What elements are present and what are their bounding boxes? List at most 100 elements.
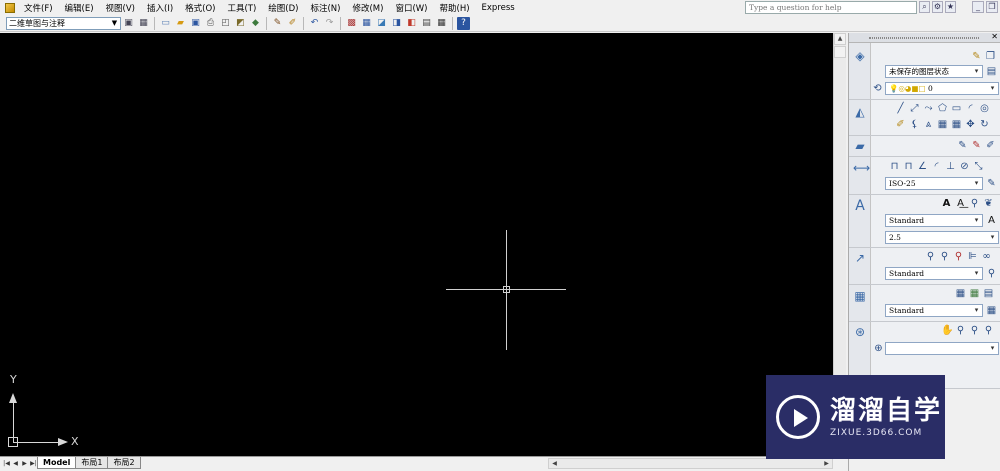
calc-icon[interactable]: ▦ xyxy=(435,17,448,30)
add-leader-icon[interactable]: ⚲ xyxy=(939,251,950,263)
baseline-dim-icon[interactable]: ⊥ xyxy=(945,161,956,173)
sheet-set-icon[interactable]: ▤ xyxy=(420,17,433,30)
workspace-select[interactable]: 二维草图与注释 ▼ xyxy=(6,16,121,30)
print-icon[interactable]: ⎙ xyxy=(204,17,217,30)
menu-view[interactable]: 视图(V) xyxy=(100,2,141,14)
tab-layout1[interactable]: 布局1 xyxy=(75,457,109,469)
zoom-previous-icon[interactable]: ⚲ xyxy=(983,325,994,337)
workspace-icon[interactable]: ▦ xyxy=(137,17,150,30)
navigate-icon[interactable]: ⊛ xyxy=(853,325,867,339)
make-current-icon[interactable]: ⟲ xyxy=(871,82,884,95)
linear-dim-icon[interactable]: ⊓ xyxy=(889,161,900,173)
dashboard-titlebar[interactable]: ✕ xyxy=(849,32,1000,43)
menu-window[interactable]: 窗口(W) xyxy=(389,2,433,14)
presspull-icon[interactable]: ✎ xyxy=(971,140,982,152)
construction-line-icon[interactable]: ⤢ xyxy=(909,103,920,115)
menu-draw[interactable]: 绘图(D) xyxy=(262,2,304,14)
restore-icon[interactable]: ❐ xyxy=(986,1,998,13)
help-icon[interactable]: ? xyxy=(457,16,470,30)
properties-icon[interactable]: ◪ xyxy=(375,17,388,30)
minimize-icon[interactable]: _ xyxy=(972,1,984,13)
polygon-icon[interactable]: ⬠ xyxy=(937,103,948,115)
3d-dwf-icon[interactable]: ◆ xyxy=(249,17,262,30)
rotate-icon[interactable]: ↻ xyxy=(979,119,990,131)
erase-icon[interactable]: ⚸ xyxy=(909,119,920,131)
collect-leader-icon[interactable]: ∞ xyxy=(981,251,992,263)
quick-dim-icon[interactable]: ⤡ xyxy=(973,161,984,173)
angular-dim-icon[interactable]: ∠ xyxy=(917,161,928,173)
2d-draw-icon[interactable]: ◭ xyxy=(853,105,867,119)
insert-table-icon[interactable]: ▦ xyxy=(955,288,966,300)
single-text-icon[interactable]: A͟ xyxy=(955,198,966,210)
design-center-icon[interactable]: ◨ xyxy=(390,17,403,30)
mleader-style-manager-icon[interactable]: ⚲ xyxy=(985,267,998,280)
menu-tools[interactable]: 工具(T) xyxy=(221,2,262,14)
navigate-select[interactable]: ▾ xyxy=(885,342,999,355)
search-icon[interactable]: ⌕ xyxy=(919,1,930,13)
mirror-icon[interactable]: ⩓ xyxy=(923,119,934,131)
menu-format[interactable]: 格式(O) xyxy=(179,2,221,14)
scroll-right-icon[interactable]: ▶ xyxy=(821,459,832,468)
scroll-left-icon[interactable]: ◀ xyxy=(549,459,560,468)
menu-insert[interactable]: 插入(I) xyxy=(141,2,179,14)
prev-tab-icon[interactable]: ◀ xyxy=(11,458,20,469)
rectangle-icon[interactable]: ▭ xyxy=(951,103,962,115)
polyline-icon[interactable]: ⤳ xyxy=(923,103,934,115)
pan-realtime-icon[interactable]: ✋ xyxy=(941,325,953,337)
align-leader-icon[interactable]: ⊫ xyxy=(967,251,978,263)
circle-icon[interactable]: ◎ xyxy=(979,103,990,115)
mleader-style-select[interactable]: Standard ▾ xyxy=(885,267,983,280)
text-icon[interactable]: A xyxy=(853,199,867,213)
preview-icon[interactable]: ◰ xyxy=(219,17,232,30)
menu-express[interactable]: Express xyxy=(476,3,521,13)
aligned-dim-icon[interactable]: ⊓ xyxy=(903,161,914,173)
table-style-manager-icon[interactable]: ▦ xyxy=(985,304,998,317)
remove-leader-icon[interactable]: ⚲ xyxy=(953,251,964,263)
close-icon[interactable]: ✕ xyxy=(991,32,998,41)
save-icon[interactable]: ▣ xyxy=(189,17,202,30)
menu-dimension[interactable]: 标注(N) xyxy=(304,2,346,14)
first-tab-icon[interactable]: |◀ xyxy=(2,458,11,469)
layers-icon[interactable]: ◈ xyxy=(853,49,867,63)
zoom-realtime-icon[interactable]: ⚲ xyxy=(955,325,966,337)
tab-model[interactable]: Model xyxy=(37,457,77,469)
sweep-icon[interactable]: ✐ xyxy=(985,140,996,152)
undo-icon[interactable]: ↶ xyxy=(308,17,321,30)
layer-select[interactable]: 💡◎◕■□ 0 ▾ xyxy=(885,82,999,95)
array-icon[interactable]: ▦ xyxy=(951,119,962,131)
menu-edit[interactable]: 编辑(E) xyxy=(59,2,100,14)
table-style-select[interactable]: Standard ▾ xyxy=(885,304,983,317)
help-search-input[interactable]: Type a question for help xyxy=(745,1,917,14)
drawing-canvas[interactable]: Y X xyxy=(0,33,833,456)
tab-layout2[interactable]: 布局2 xyxy=(107,457,141,469)
multileader-icon[interactable]: ↗ xyxy=(853,251,867,265)
zoom-icon[interactable]: ▦ xyxy=(360,17,373,30)
menu-file[interactable]: 文件(F) xyxy=(18,2,59,14)
offset-icon[interactable]: ▦ xyxy=(937,119,948,131)
cut-icon[interactable]: ✎ xyxy=(271,17,284,30)
dim-style-select[interactable]: ISO-25 ▾ xyxy=(885,177,983,190)
spell-check-icon[interactable]: ❦ xyxy=(983,198,994,210)
menu-modify[interactable]: 修改(M) xyxy=(346,2,389,14)
arc-icon[interactable]: ◜ xyxy=(965,103,976,115)
favorites-icon[interactable]: ★ xyxy=(945,1,956,13)
match-icon[interactable]: ✐ xyxy=(286,17,299,30)
tool-palette-icon[interactable]: ◧ xyxy=(405,17,418,30)
text-height-select[interactable]: 2.5 ▾ xyxy=(885,231,999,244)
mleader-icon[interactable]: ⚲ xyxy=(925,251,936,263)
pan-icon[interactable]: ▩ xyxy=(345,17,358,30)
dim-style-manager-icon[interactable]: ✎ xyxy=(985,177,998,190)
3d-make-icon[interactable]: ▰ xyxy=(853,139,867,153)
radius-dim-icon[interactable]: ◜ xyxy=(931,161,942,173)
move-icon[interactable]: ✥ xyxy=(965,119,976,131)
new-icon[interactable]: ▭ xyxy=(159,17,172,30)
communication-center-icon[interactable]: ⚙ xyxy=(932,1,943,13)
add-icon[interactable]: ⊕ xyxy=(872,342,885,355)
table-icon[interactable]: ▦ xyxy=(853,289,867,303)
layer-states-icon[interactable]: ❐ xyxy=(985,51,996,63)
workspace-settings-icon[interactable]: ▣ xyxy=(122,17,135,30)
text-style-select[interactable]: Standard ▾ xyxy=(885,214,983,227)
app-icon[interactable] xyxy=(5,2,15,13)
publish-icon[interactable]: ◩ xyxy=(234,17,247,30)
dimension-icon[interactable]: ⟷ xyxy=(853,161,870,175)
